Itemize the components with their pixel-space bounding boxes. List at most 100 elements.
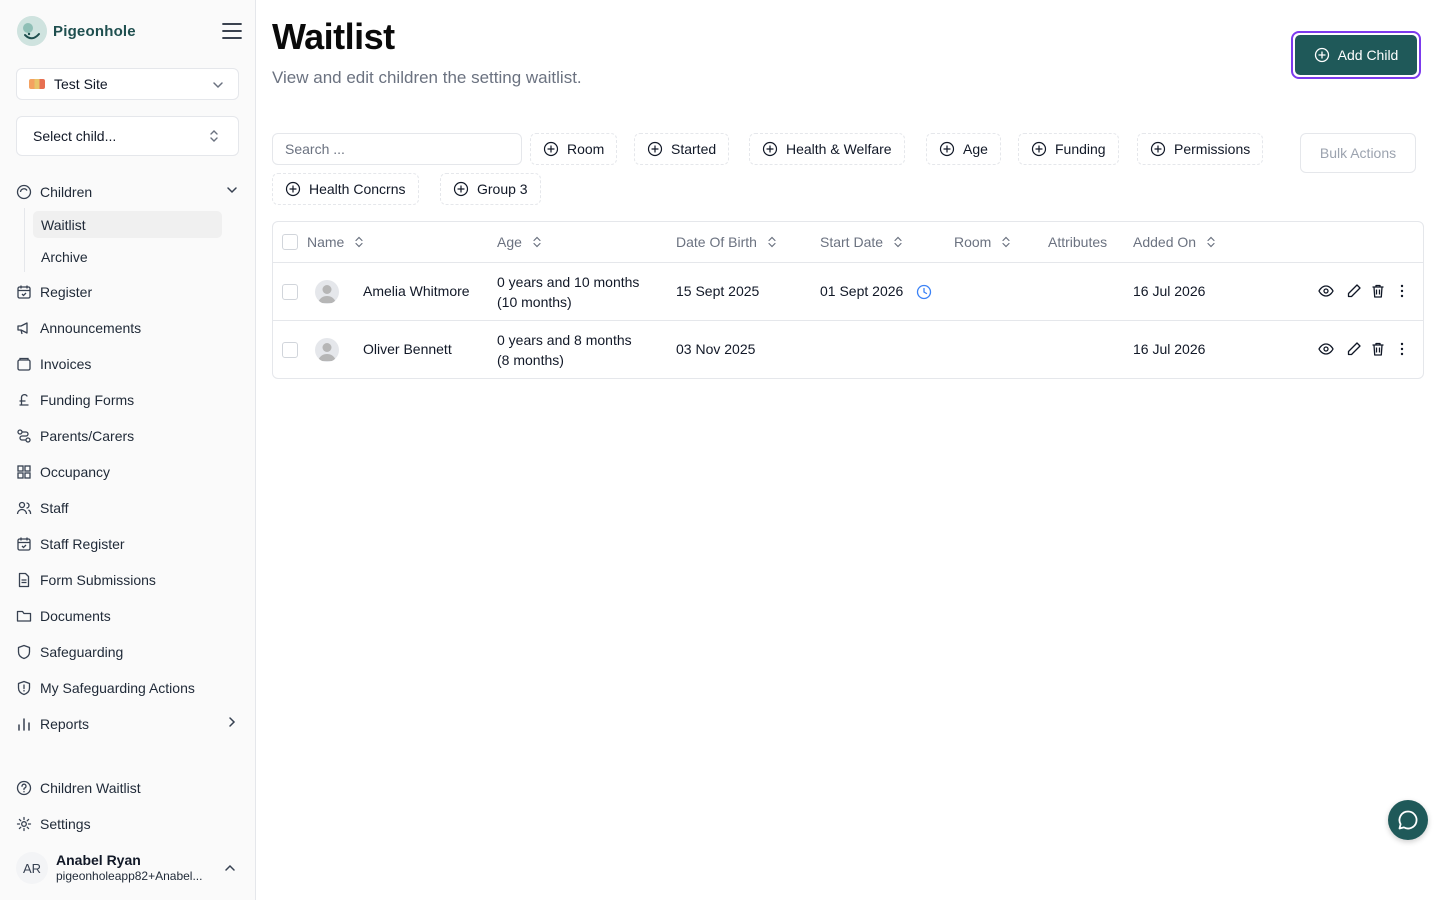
nav-form-submissions-label: Form Submissions xyxy=(40,572,156,588)
column-age-label: Age xyxy=(497,234,522,250)
nav-documents-label: Documents xyxy=(40,608,111,624)
column-name[interactable]: Name xyxy=(307,234,364,250)
filter-age-label: Age xyxy=(963,141,988,157)
column-start-date[interactable]: Start Date xyxy=(820,234,903,250)
nav-safeguarding-label: Safeguarding xyxy=(40,644,124,660)
bulk-actions-button[interactable]: Bulk Actions xyxy=(1300,133,1416,173)
chat-button[interactable] xyxy=(1388,800,1428,840)
bar-chart-icon xyxy=(18,718,30,731)
table-row[interactable]: Oliver Bennett 0 years and 8 months (8 m… xyxy=(273,321,1423,379)
nav-parents-carers[interactable]: Parents/Carers xyxy=(16,422,244,450)
eye-icon[interactable] xyxy=(1318,283,1334,299)
column-start-date-label: Start Date xyxy=(820,234,884,250)
chevron-up-icon xyxy=(225,864,235,871)
nav-funding-forms[interactable]: Funding Forms xyxy=(16,386,244,414)
nav-my-safeguarding-actions[interactable]: My Safeguarding Actions xyxy=(16,674,244,702)
nav-safeguarding[interactable]: Safeguarding xyxy=(16,638,244,666)
nav-announcements[interactable]: Announcements xyxy=(16,314,244,342)
child-name[interactable]: Amelia Whitmore xyxy=(363,283,470,299)
child-age-line1: 0 years and 10 months xyxy=(497,274,640,290)
nav-archive[interactable]: Archive xyxy=(33,243,222,270)
plus-circle-icon xyxy=(543,141,559,157)
filter-health-welfare[interactable]: Health & Welfare xyxy=(749,133,905,165)
table-row[interactable]: Amelia Whitmore 0 years and 10 months (1… xyxy=(273,263,1423,321)
nav-staff[interactable]: Staff xyxy=(16,494,244,522)
nav-occupancy[interactable]: Occupancy xyxy=(16,458,244,486)
nav-staff-register[interactable]: Staff Register xyxy=(16,530,244,558)
filter-permissions[interactable]: Permissions xyxy=(1137,133,1264,165)
filter-health-welfare-label: Health & Welfare xyxy=(786,141,892,157)
avatar xyxy=(315,338,339,362)
select-all-checkbox[interactable] xyxy=(282,234,298,250)
filter-started[interactable]: Started xyxy=(634,133,730,165)
search-input[interactable] xyxy=(272,133,522,165)
nav-children-label: Children xyxy=(40,184,93,200)
filter-funding[interactable]: Funding xyxy=(1018,133,1119,165)
help-circle-icon xyxy=(16,780,32,796)
child-selector[interactable]: Select child... xyxy=(16,116,239,156)
column-added-on[interactable]: Added On xyxy=(1133,234,1216,250)
user-email: pigeonholeapp82+Anabel... xyxy=(56,869,203,883)
shield-icon xyxy=(17,644,31,660)
column-name-label: Name xyxy=(307,234,345,250)
child-age: 0 years and 10 months (10 months) xyxy=(497,272,639,312)
submenu-divider xyxy=(24,208,25,272)
nav-settings[interactable]: Settings xyxy=(16,810,244,838)
nav-children-waitlist-label: Children Waitlist xyxy=(40,780,141,796)
column-dob[interactable]: Date Of Birth xyxy=(676,234,777,250)
nav-reports[interactable]: Reports xyxy=(16,710,244,738)
filter-group-3[interactable]: Group 3 xyxy=(440,173,541,205)
pencil-icon[interactable] xyxy=(1346,283,1362,299)
user-menu[interactable]: AR Anabel Ryan pigeonholeapp82+Anabel... xyxy=(16,848,244,888)
nav-staff-label: Staff xyxy=(40,500,69,516)
child-name[interactable]: Oliver Bennett xyxy=(363,341,452,357)
child-age-line1: 0 years and 8 months xyxy=(497,332,632,348)
column-age[interactable]: Age xyxy=(497,234,542,250)
filter-age[interactable]: Age xyxy=(926,133,1001,165)
more-vertical-icon[interactable] xyxy=(1394,283,1410,299)
nav-documents[interactable]: Documents xyxy=(16,602,244,630)
row-checkbox[interactable] xyxy=(282,284,298,300)
add-child-label: Add Child xyxy=(1337,47,1399,63)
calendar-check-icon xyxy=(17,537,31,551)
filter-started-label: Started xyxy=(671,141,717,157)
nav-waitlist[interactable]: Waitlist xyxy=(33,211,222,238)
nav-form-submissions[interactable]: Form Submissions xyxy=(16,566,244,594)
eye-icon[interactable] xyxy=(1318,341,1334,357)
nav-reports-label: Reports xyxy=(40,716,90,732)
nav-register[interactable]: Register xyxy=(16,278,244,306)
nav-invoices[interactable]: Invoices xyxy=(16,350,244,378)
nav-children-waitlist[interactable]: Children Waitlist xyxy=(16,774,244,802)
nav-funding-forms-label: Funding Forms xyxy=(40,392,135,408)
add-child-button[interactable]: Add Child xyxy=(1291,31,1421,79)
site-selector[interactable]: Test Site xyxy=(16,68,239,100)
clock-icon xyxy=(916,284,932,300)
avatar xyxy=(315,280,339,304)
row-actions xyxy=(1318,341,1410,357)
user-name: Anabel Ryan xyxy=(56,852,141,868)
filter-health-concerns[interactable]: Health Concrns xyxy=(272,173,419,205)
child-start-date: 01 Sept 2026 xyxy=(820,283,904,299)
sidebar: Pigeonhole Test Site Select child... Chi… xyxy=(0,0,256,900)
row-checkbox[interactable] xyxy=(282,342,298,358)
file-text-icon xyxy=(18,572,30,588)
child-selector-placeholder: Select child... xyxy=(33,128,117,144)
chevron-down-icon xyxy=(227,187,237,194)
trash-icon[interactable] xyxy=(1370,283,1386,299)
more-vertical-icon[interactable] xyxy=(1394,341,1410,357)
brand[interactable]: Pigeonhole xyxy=(17,16,136,46)
menu-toggle-icon[interactable] xyxy=(222,22,242,40)
filter-room[interactable]: Room xyxy=(530,133,618,165)
child-dob: 15 Sept 2025 xyxy=(676,283,760,299)
column-room[interactable]: Room xyxy=(954,234,1011,250)
child-dob: 03 Nov 2025 xyxy=(676,341,756,357)
nav-my-safeguarding-actions-label: My Safeguarding Actions xyxy=(40,680,195,696)
pencil-icon[interactable] xyxy=(1346,341,1362,357)
chevron-down-icon xyxy=(213,82,223,89)
trash-icon[interactable] xyxy=(1370,341,1386,357)
pigeonhole-logo-icon xyxy=(17,16,47,46)
nav-children[interactable]: Children xyxy=(16,178,244,206)
grid-icon xyxy=(17,465,31,479)
chat-bubble-icon xyxy=(1398,810,1418,830)
filter-health-concerns-label: Health Concrns xyxy=(309,181,406,197)
